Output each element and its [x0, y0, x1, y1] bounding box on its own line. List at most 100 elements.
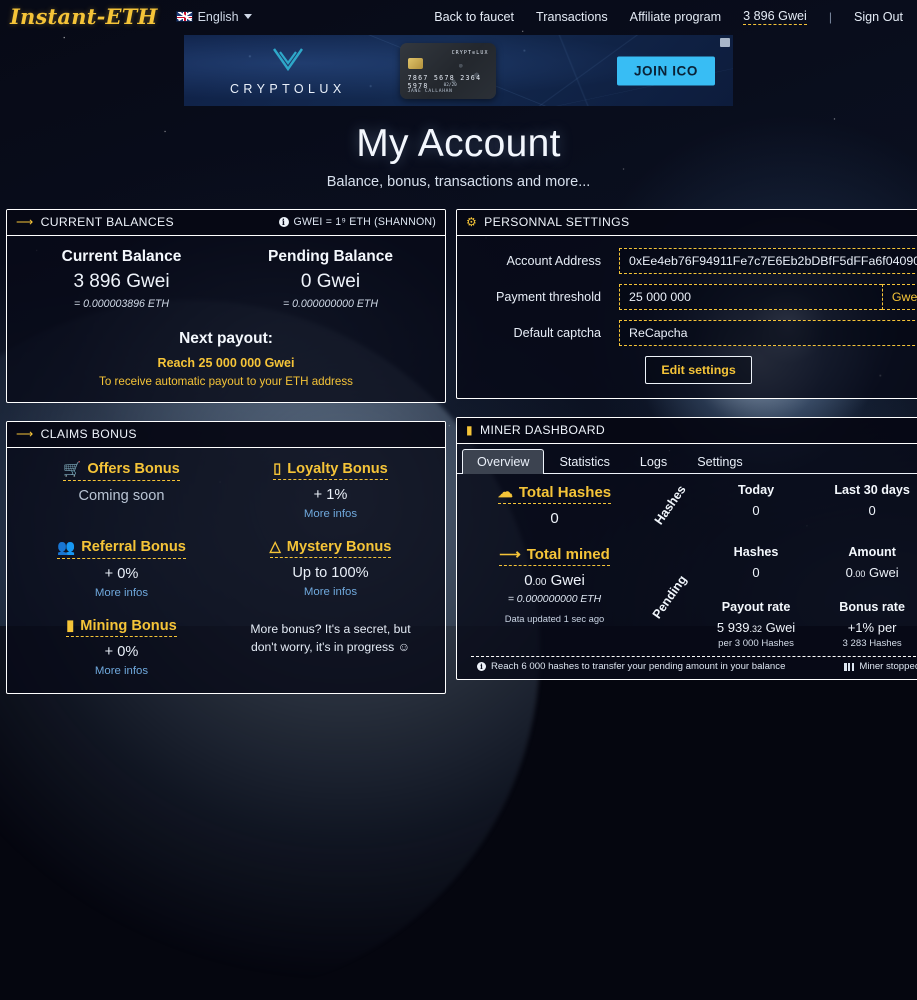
pending-hashes-stat: Hashes 0 [698, 545, 814, 580]
claims-bonus-body: 🛒 Offers Bonus Coming soon ▯ Loyalty Bon… [7, 448, 445, 693]
pending-amount-unit: Gwei [865, 565, 899, 580]
users-icon: 👥 [57, 540, 76, 556]
hashes-last30-value: 0 [868, 503, 876, 518]
dashboard-grid: ⟶ CURRENT BALANCES i GWEI = 1⁹ ETH (SHAN… [0, 209, 917, 694]
miner-footer-note: Reach 6 000 hashes to transfer your pend… [491, 661, 786, 672]
default-captcha-field[interactable]: ReCapcha [619, 320, 917, 346]
language-selector[interactable]: English [175, 9, 252, 24]
mining-bonus-value: + 0% [104, 644, 139, 660]
payout-rate-unit: Gwei [761, 620, 796, 635]
pending-balance-eth: = 0.000000000 ETH [282, 298, 379, 310]
pending-balance-value: 0 Gwei [300, 271, 361, 292]
nav-back-to-faucet[interactable]: Back to faucet [434, 10, 514, 24]
personal-settings-body: Account Address 0xEe4eb76F94911Fe7c7E6Eb… [457, 236, 917, 398]
offers-bonus-link[interactable]: 🛒 Offers Bonus [63, 460, 180, 481]
data-updated-text: Data updated 1 sec ago [504, 613, 605, 624]
mining-bonus-link[interactable]: ▮ Mining Bonus [66, 617, 177, 637]
pending-hashes-heading: Hashes [733, 545, 779, 559]
payment-threshold-field[interactable]: 25 000 000 [619, 284, 882, 310]
miner-dashboard-panel: ▮ MINER DASHBOARD Overview Statistics Lo… [456, 417, 917, 680]
next-payout-block: Next payout: Reach 25 000 000 Gwei To re… [17, 330, 435, 388]
tab-logs[interactable]: Logs [625, 449, 682, 474]
pending-right-col-2: Amount 0.00 Gwei Bonus rate +1% per 3 28… [814, 527, 917, 649]
claims-bonus-panel: ⟶ CLAIMS BONUS 🛒 Offers Bonus Coming soo… [6, 421, 446, 694]
current-balance-eth: = 0.000003896 ETH [73, 298, 170, 310]
total-mined-eth: = 0.000000000 ETH [507, 594, 602, 605]
loyalty-more-infos-link[interactable]: More infos [226, 508, 435, 520]
referral-more-infos-link[interactable]: More infos [17, 587, 226, 599]
battery-icon: ▮ [466, 423, 473, 437]
cloud-upload-icon: ☁ [497, 484, 513, 501]
hashes-row-label: Hashes [651, 482, 689, 528]
next-payout-note: To receive automatic payout to your ETH … [99, 375, 353, 388]
miner-status-text: Miner stopped [859, 661, 917, 672]
credit-card-graphic: CRYPT⊙LUX 7867 5678 2364 5978 02/20 JANE… [399, 42, 496, 99]
claims-bonus-title: CLAIMS BONUS [40, 427, 137, 441]
cryptolux-logo-text: CRYPTOLUX [230, 81, 346, 96]
header-balance-chip[interactable]: 3 896 Gwei [743, 9, 807, 25]
cryptolux-banner-ad[interactable]: CRYPTOLUX CRYPT⊙LUX 7867 5678 2364 5978 … [184, 35, 733, 106]
bonus-rate-sub: 3 283 Hashes [842, 638, 902, 649]
nav-sign-out[interactable]: Sign Out [854, 10, 903, 24]
current-balances-header: ⟶ CURRENT BALANCES i GWEI = 1⁹ ETH (SHAN… [7, 210, 445, 236]
pending-balance-block: Pending Balance 0 Gwei = 0.000000000 ETH [226, 248, 435, 310]
account-address-field[interactable]: 0xEe4eb76F94911Fe7c7E6Eb2bDBfF5dFFa6f040… [619, 248, 917, 274]
bonus-loyalty: ▯ Loyalty Bonus + 1% More infos [226, 460, 435, 520]
info-icon: i [477, 662, 486, 671]
total-hashes-title-wrap: ☁ Total Hashes [497, 483, 612, 504]
personal-settings-title: PERSONNAL SETTINGS [484, 215, 630, 229]
mystery-bonus-link[interactable]: △ Mystery Bonus [269, 538, 392, 558]
left-column: ⟶ CURRENT BALANCES i GWEI = 1⁹ ETH (SHAN… [6, 209, 446, 694]
payment-threshold-row: Payment threshold 25 000 000 Gwei [467, 284, 917, 310]
pause-icon [844, 662, 855, 671]
nav-affiliate-program[interactable]: Affiliate program [630, 10, 721, 24]
current-balance-label: Current Balance [61, 248, 182, 265]
join-ico-button[interactable]: JOIN ICO [616, 56, 715, 85]
gears-icon: ⚙ [466, 215, 478, 229]
mystery-more-infos-link[interactable]: More infos [226, 586, 435, 598]
page-root: Instant-ETH English Back to faucet Trans… [0, 0, 917, 694]
chevron-down-icon [243, 14, 252, 19]
site-logo[interactable]: Instant-ETH [10, 4, 158, 29]
tab-settings[interactable]: Settings [682, 449, 758, 474]
pending-amount-stat: Amount 0.00 Gwei [814, 545, 917, 580]
edit-settings-wrap: Edit settings [467, 356, 917, 384]
mining-more-infos-link[interactable]: More infos [17, 665, 226, 677]
referral-bonus-link[interactable]: 👥 Referral Bonus [57, 538, 186, 559]
offers-bonus-value: Coming soon [78, 488, 165, 504]
pending-right-col-1: Hashes 0 Payout rate 5 939.32 Gwei per 3… [698, 527, 814, 649]
pending-row-label-cell: Pending [642, 545, 698, 649]
language-label: English [197, 9, 239, 24]
balances-row: Current Balance 3 896 Gwei = 0.000003896… [17, 248, 435, 310]
payout-rate-value: 5 939.32 Gwei [698, 620, 814, 635]
referral-bonus-label: Referral Bonus [81, 539, 186, 555]
next-payout-title: Next payout: [179, 330, 273, 347]
tab-statistics[interactable]: Statistics [544, 449, 624, 474]
total-hashes-value: 0 [550, 510, 559, 527]
hashes-today-heading: Today [737, 483, 775, 497]
tab-overview[interactable]: Overview [462, 449, 545, 474]
payout-rate-sub: per 3 000 Hashes [718, 638, 794, 649]
gwei-definition-note[interactable]: i GWEI = 1⁹ ETH (SHANNON) [278, 216, 436, 228]
right-column: ⚙ PERSONNAL SETTINGS Account Address 0xE… [456, 209, 917, 694]
card-brand-text: CRYPT⊙LUX [451, 49, 489, 56]
payment-threshold-label: Payment threshold [495, 290, 601, 304]
gwei-definition-text: GWEI = 1⁹ ETH (SHANNON) [293, 216, 436, 228]
bonus-mystery: △ Mystery Bonus Up to 100% More infos [226, 538, 435, 599]
referral-bonus-value: + 0% [104, 566, 139, 582]
personal-settings-panel: ⚙ PERSONNAL SETTINGS Account Address 0xE… [456, 209, 917, 399]
total-mined-int: 0 [524, 572, 533, 589]
cryptolux-mark-icon [272, 47, 303, 71]
loyalty-bonus-link[interactable]: ▯ Loyalty Bonus [273, 460, 388, 480]
top-navigation-bar: Instant-ETH English Back to faucet Trans… [0, 0, 917, 33]
payment-threshold-unit: Gwei [881, 284, 917, 310]
edit-settings-button[interactable]: Edit settings [645, 356, 752, 384]
nav-transactions[interactable]: Transactions [536, 10, 608, 24]
miner-dashboard-title: MINER DASHBOARD [479, 423, 606, 437]
ad-choices-icon[interactable] [720, 38, 730, 47]
current-balance-block: Current Balance 3 896 Gwei = 0.000003896… [17, 248, 226, 310]
total-mined-dec: .00 [532, 577, 547, 588]
current-balances-body: Current Balance 3 896 Gwei = 0.000003896… [7, 236, 445, 402]
bonus-secret-note-cell: More bonus? It's a secret, but don't wor… [226, 617, 435, 677]
pending-amount-value: 0.00 Gwei [814, 565, 917, 580]
